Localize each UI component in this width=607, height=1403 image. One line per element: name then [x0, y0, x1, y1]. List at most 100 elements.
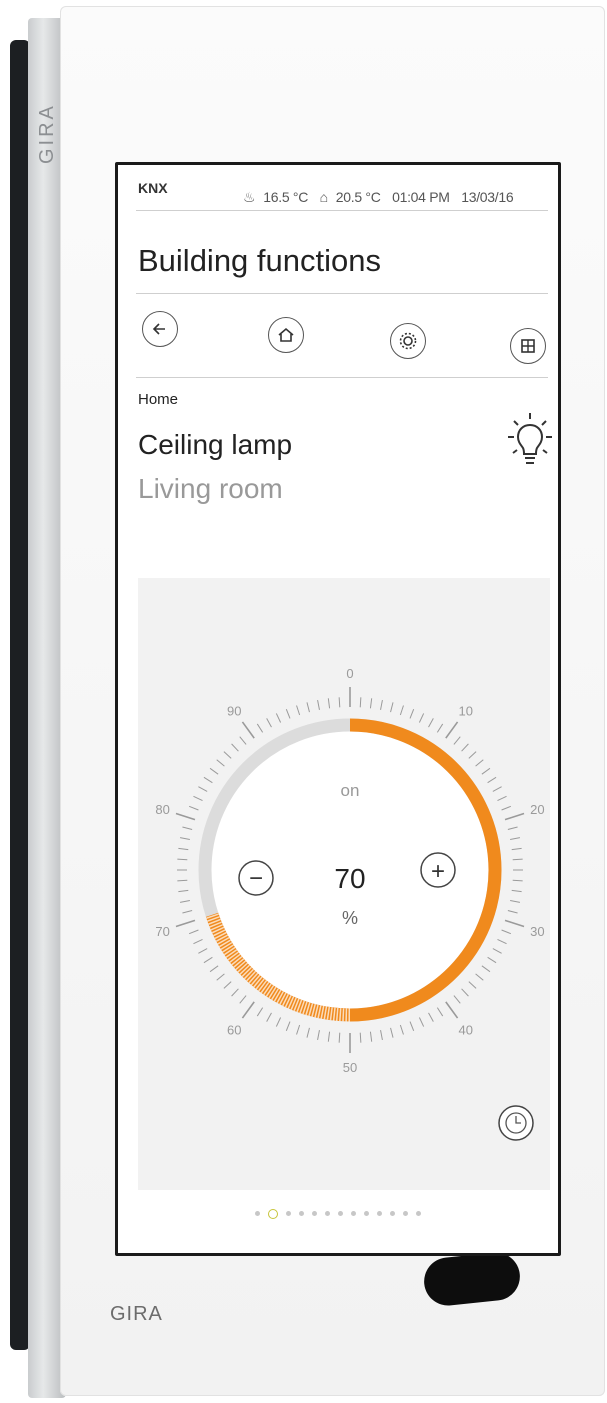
- dial-tick: [504, 919, 525, 928]
- bottom-brand-logo: GIRA: [110, 1303, 163, 1325]
- dial-tick: [175, 919, 196, 928]
- page-dot[interactable]: [299, 1211, 304, 1217]
- dial-tick: [175, 812, 196, 821]
- dial-scale-label: 10: [459, 704, 473, 719]
- dial-tick: [188, 805, 199, 811]
- settings-button[interactable]: [390, 323, 426, 359]
- dial-tick: [487, 956, 497, 964]
- dial-scale-label: 80: [155, 802, 169, 817]
- page-dot[interactable]: [403, 1211, 408, 1217]
- dial-tick: [209, 767, 219, 775]
- dial-tick: [198, 786, 208, 792]
- page-dot[interactable]: [286, 1211, 291, 1217]
- dial-tick: [468, 981, 477, 989]
- page-dot[interactable]: [390, 1211, 395, 1217]
- dial-tick: [436, 723, 444, 733]
- dial-tick: [178, 889, 189, 893]
- grid-view-button[interactable]: [510, 328, 546, 364]
- dial-tick: [231, 743, 239, 752]
- dial-tick: [285, 1021, 291, 1032]
- dial-tick: [266, 718, 272, 728]
- dial-tick: [266, 1012, 272, 1022]
- dial-tick: [198, 948, 208, 954]
- dial-tick: [177, 858, 188, 861]
- dial-tick: [504, 812, 525, 821]
- dial-tick: [497, 795, 507, 802]
- increase-button[interactable]: +: [420, 852, 456, 888]
- dial-tick: [468, 751, 477, 759]
- dial-tick: [461, 988, 469, 997]
- timer-button[interactable]: [498, 1105, 534, 1141]
- dial-tick: [359, 1032, 362, 1043]
- dial-tick: [306, 1027, 310, 1038]
- home-button[interactable]: [268, 317, 304, 353]
- dial-tick: [193, 938, 203, 945]
- dial-tick: [445, 1001, 459, 1019]
- decrease-button[interactable]: −: [238, 860, 274, 896]
- dial-tick: [241, 1001, 255, 1019]
- dial-tick: [461, 743, 469, 752]
- page-title: Building functions: [138, 243, 381, 278]
- device-back-shadow: [10, 40, 30, 1350]
- page-dot-active[interactable]: [268, 1208, 278, 1219]
- dial-tick: [497, 938, 507, 945]
- dial-tick: [216, 759, 225, 767]
- dial-tick: [428, 1012, 434, 1022]
- dial-tick: [436, 1007, 444, 1017]
- dial-tick: [501, 805, 512, 811]
- back-button[interactable]: [142, 311, 178, 347]
- light-bulb-icon[interactable]: [506, 411, 554, 471]
- dial-tick: [188, 929, 199, 935]
- page-indicator[interactable]: [118, 1205, 558, 1223]
- dial-tick: [492, 948, 502, 954]
- dial-tick: [223, 981, 232, 989]
- grid-icon: [521, 339, 535, 353]
- dial-scale-label: 50: [343, 1060, 357, 1075]
- page-dot[interactable]: [255, 1211, 260, 1217]
- dial-tick: [241, 721, 255, 739]
- outdoor-temp-icon: ♨: [243, 189, 256, 205]
- dial-tick: [193, 795, 203, 802]
- dial-tick: [510, 837, 521, 840]
- indoor-temp-icon: ⌂: [319, 189, 328, 205]
- dial-tick: [511, 847, 522, 851]
- dial-tick: [182, 826, 193, 830]
- dimmer-panel: 0 10 20 30 40 50 60 70 80 90 on 70 % − +: [138, 578, 550, 1190]
- dial-tick: [445, 721, 459, 739]
- dial-scale-label: 20: [530, 802, 544, 817]
- page-dot[interactable]: [312, 1211, 317, 1217]
- dial-scale-label: 0: [346, 666, 353, 681]
- dial-tick: [239, 736, 247, 745]
- page-dot[interactable]: [364, 1211, 369, 1217]
- room-name: Living room: [138, 473, 283, 504]
- page-dot[interactable]: [351, 1211, 356, 1217]
- dial-tick: [507, 826, 518, 830]
- dial-tick: [481, 767, 491, 775]
- dial-tick: [256, 723, 264, 733]
- dial-tick: [418, 713, 425, 723]
- dial-tick: [177, 879, 188, 882]
- dial-tick: [492, 786, 502, 792]
- dial-tick: [203, 956, 213, 964]
- dial-tick: [501, 929, 512, 935]
- dial-tick: [223, 751, 232, 759]
- page-dot[interactable]: [377, 1211, 382, 1217]
- page-dot[interactable]: [416, 1211, 421, 1217]
- dial-tick: [380, 1030, 383, 1041]
- dial-tick: [453, 736, 461, 745]
- dial-tick: [487, 776, 497, 784]
- indoor-temp: 20.5 °C: [335, 189, 381, 205]
- dial-tick: [179, 837, 190, 840]
- dial-tick: [327, 1031, 331, 1042]
- back-arrow-icon: [152, 323, 165, 335]
- dimmer-dial[interactable]: 0 10 20 30 40 50 60 70 80 90 on 70 % − +: [138, 578, 550, 1190]
- dial-tick: [209, 965, 219, 973]
- page-dot[interactable]: [325, 1211, 330, 1217]
- dial-tick: [317, 1030, 320, 1041]
- plus-icon: +: [431, 858, 445, 885]
- dial-tick: [409, 1021, 415, 1032]
- dial-tick: [418, 1017, 425, 1027]
- page-dot[interactable]: [338, 1211, 343, 1217]
- dial-scale-label: 90: [227, 704, 241, 719]
- breadcrumb: Home: [138, 391, 179, 408]
